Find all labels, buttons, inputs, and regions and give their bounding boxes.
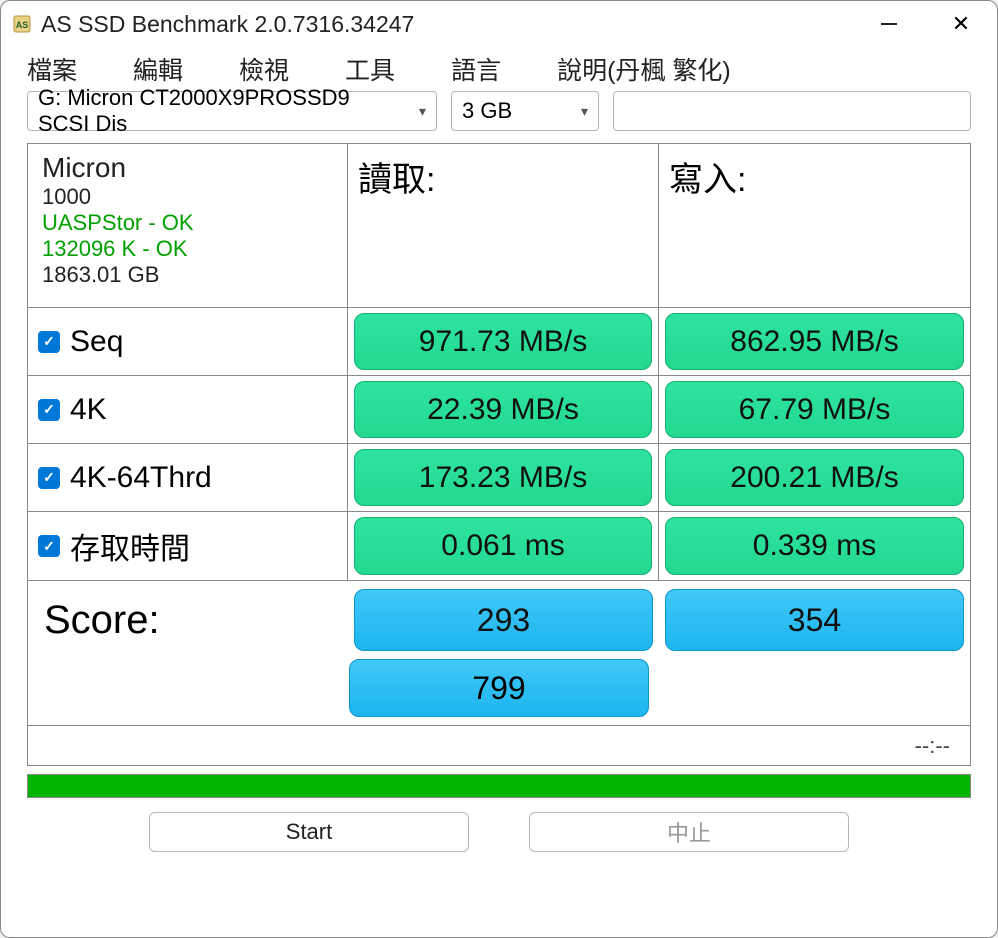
menu-view[interactable]: 檢視 xyxy=(239,51,289,87)
score-read: 293 xyxy=(354,589,653,651)
checkbox-4k[interactable]: ✓ xyxy=(38,399,60,421)
size-select[interactable]: 3 GB ▾ xyxy=(451,91,599,131)
results-table: Micron 1000 UASPStor - OK 132096 K - OK … xyxy=(27,143,971,581)
abort-button[interactable]: 中止 xyxy=(529,812,849,852)
score-total: 799 xyxy=(349,659,649,717)
controls-row: G: Micron CT2000X9PROSSD9 SCSI Dis ▾ 3 G… xyxy=(1,91,997,143)
app-icon: AS xyxy=(11,13,33,35)
drive-select-value: G: Micron CT2000X9PROSSD9 SCSI Dis xyxy=(38,85,406,137)
size-select-value: 3 GB xyxy=(462,98,512,124)
checkbox-4k64[interactable]: ✓ xyxy=(38,467,60,489)
titlebar[interactable]: AS AS SSD Benchmark 2.0.7316.34247 ✕ xyxy=(1,1,997,47)
test-row-4k: ✓ 4K 22.39 MB/s 67.79 MB/s xyxy=(28,376,970,444)
menu-file[interactable]: 檔案 xyxy=(27,51,77,87)
app-window: AS AS SSD Benchmark 2.0.7316.34247 ✕ 檔案 … xyxy=(0,0,998,938)
test-row-4k64: ✓ 4K-64Thrd 173.23 MB/s 200.21 MB/s xyxy=(28,444,970,512)
seq-read-value: 971.73 MB/s xyxy=(354,313,652,370)
test-access-label: ✓ 存取時間 xyxy=(28,512,348,580)
access-write-value: 0.339 ms xyxy=(665,517,964,575)
write-header: 寫入: xyxy=(659,144,970,307)
minimize-button[interactable] xyxy=(853,1,925,47)
chevron-down-icon: ▾ xyxy=(419,103,426,120)
score-label: Score: xyxy=(28,581,348,659)
svg-text:AS: AS xyxy=(16,20,29,30)
drive-capacity: 1863.01 GB xyxy=(42,262,159,288)
seq-write-value: 862.95 MB/s xyxy=(665,313,964,370)
menu-help[interactable]: 說明(丹楓 繁化) xyxy=(557,51,731,87)
test-row-seq: ✓ Seq 971.73 MB/s 862.95 MB/s xyxy=(28,308,970,376)
drive-select[interactable]: G: Micron CT2000X9PROSSD9 SCSI Dis ▾ xyxy=(27,91,437,131)
4k-read-value: 22.39 MB/s xyxy=(354,381,652,438)
4k64-read-value: 173.23 MB/s xyxy=(354,449,652,506)
checkbox-seq[interactable]: ✓ xyxy=(38,331,60,353)
test-4k-label: ✓ 4K xyxy=(28,376,348,443)
test-row-access: ✓ 存取時間 0.061 ms 0.339 ms xyxy=(28,512,970,580)
drive-alignment-status: 132096 K - OK xyxy=(42,236,188,262)
access-read-value: 0.061 ms xyxy=(354,517,652,575)
4k-write-value: 67.79 MB/s xyxy=(665,381,964,438)
start-button[interactable]: Start xyxy=(149,812,469,852)
menu-language[interactable]: 語言 xyxy=(451,51,501,87)
test-seq-label: ✓ Seq xyxy=(28,308,348,375)
checkbox-access[interactable]: ✓ xyxy=(38,535,60,557)
4k64-write-value: 200.21 MB/s xyxy=(665,449,964,506)
drive-driver-status: UASPStor - OK xyxy=(42,210,194,236)
window-title: AS SSD Benchmark 2.0.7316.34247 xyxy=(41,11,853,38)
read-header: 讀取: xyxy=(348,144,659,307)
drive-vendor: Micron xyxy=(42,152,126,184)
progress-bar xyxy=(27,774,971,798)
menu-tools[interactable]: 工具 xyxy=(345,51,395,87)
score-section: Score: 293 354 799 xyxy=(27,581,971,726)
test-4k64-label: ✓ 4K-64Thrd xyxy=(28,444,348,511)
drive-model: 1000 xyxy=(42,184,91,210)
elapsed-time: --:-- xyxy=(27,726,971,766)
menu-edit[interactable]: 編輯 xyxy=(133,51,183,87)
score-write: 354 xyxy=(665,589,964,651)
chevron-down-icon: ▾ xyxy=(581,103,588,120)
text-input[interactable] xyxy=(613,91,971,131)
drive-info: Micron 1000 UASPStor - OK 132096 K - OK … xyxy=(28,144,348,307)
close-button[interactable]: ✕ xyxy=(925,1,997,47)
